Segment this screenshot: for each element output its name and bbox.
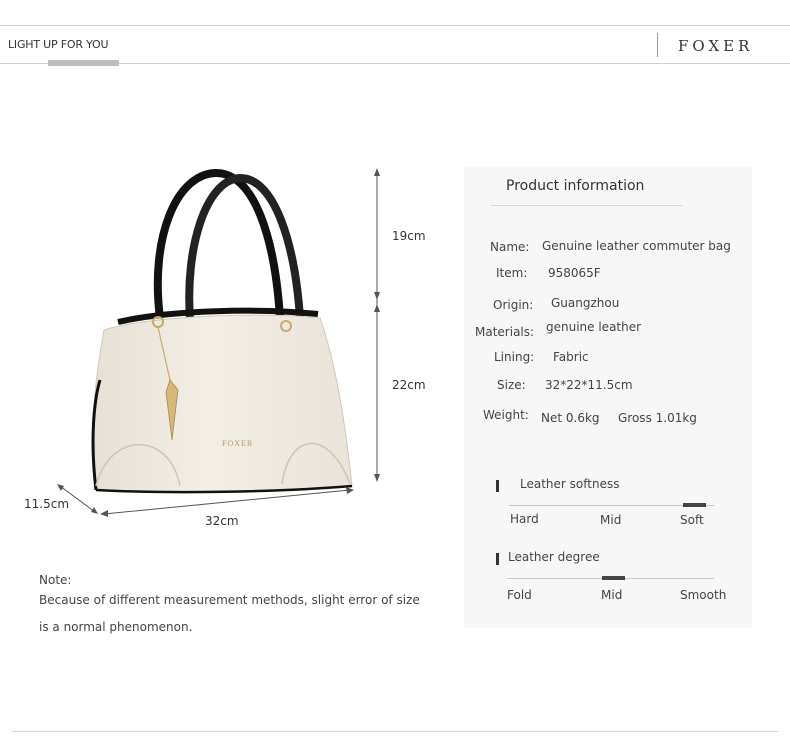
softness-title: Leather softness: [520, 477, 620, 491]
brand-divider: [657, 33, 658, 57]
header-top-rule: [0, 25, 790, 26]
degree-option-smooth: Smooth: [680, 588, 727, 602]
bag-handle-front: [185, 173, 304, 319]
degree-option-mid: Mid: [601, 588, 623, 602]
softness-option-hard: Hard: [510, 512, 539, 526]
softness-option-soft: Soft: [680, 513, 704, 527]
info-value-weight-net: Net 0.6kg: [541, 411, 600, 425]
dimension-handle-height: 19cm: [392, 229, 426, 243]
info-value-materials: genuine leather: [546, 320, 642, 334]
info-label-origin: Origin:: [493, 298, 534, 312]
degree-indicator: [602, 576, 625, 580]
width-dimension-line: [103, 489, 351, 515]
product-info-title-rule: [491, 205, 683, 206]
degree-option-fold: Fold: [507, 588, 532, 602]
footer-rule: [12, 731, 778, 732]
bag-logo-text: FOXER: [222, 439, 253, 448]
info-label-name: Name:: [490, 240, 530, 254]
brand-logo: FOXER: [678, 37, 754, 55]
dimension-bag-height: 22cm: [392, 378, 426, 392]
bag-body: [91, 314, 353, 493]
product-image: FOXER: [57, 168, 380, 517]
info-label-size: Size:: [497, 378, 526, 392]
info-value-size: 32*22*11.5cm: [545, 378, 633, 392]
dimension-depth: 11.5cm: [24, 497, 70, 511]
degree-title-marker: [496, 553, 499, 565]
info-label-weight: Weight:: [483, 408, 529, 422]
info-value-name: Genuine leather commuter bag: [542, 239, 731, 253]
info-value-lining: Fabric: [553, 350, 589, 364]
info-value-origin: Guangzhou: [551, 296, 620, 310]
note-line-2: is a normal phenomenon.: [39, 620, 193, 634]
tagline: LIGHT UP FOR YOU: [8, 38, 109, 51]
softness-indicator: [683, 503, 706, 507]
info-label-item: Item:: [496, 266, 528, 280]
tagline-accent-bar: [48, 60, 119, 66]
degree-title: Leather degree: [508, 550, 600, 564]
softness-option-mid: Mid: [600, 513, 622, 527]
softness-title-marker: [496, 480, 499, 492]
dimension-width: 32cm: [205, 514, 239, 528]
info-value-item: 958065F: [548, 266, 601, 280]
info-label-materials: Materials:: [475, 325, 535, 339]
info-value-weight-gross: Gross 1.01kg: [618, 411, 697, 425]
note-line-1: Because of different measurement methods…: [39, 593, 420, 607]
product-info-title: Product information: [506, 178, 645, 194]
info-label-lining: Lining:: [494, 350, 535, 364]
note-label: Note:: [39, 573, 72, 587]
